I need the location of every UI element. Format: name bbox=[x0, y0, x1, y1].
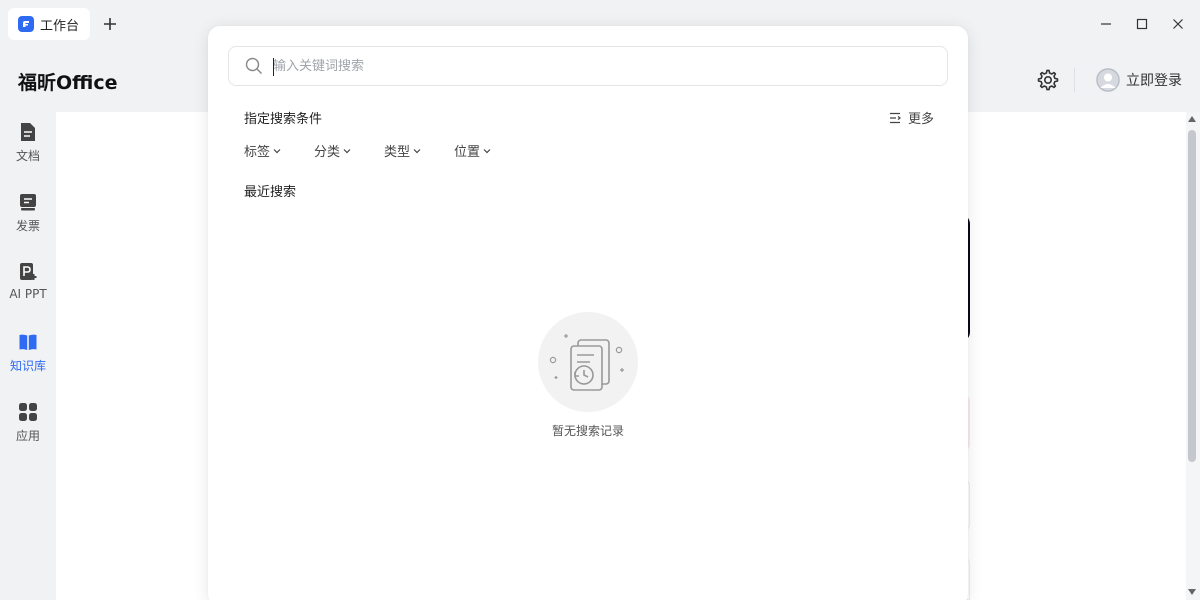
sidebar-item-documents[interactable]: 文档 bbox=[0, 122, 56, 178]
sidebar: 文档 发票 AI PPT 知识库 应用 bbox=[0, 112, 56, 600]
plus-icon[interactable] bbox=[98, 12, 122, 36]
login-button[interactable]: 立即登录 bbox=[1096, 67, 1182, 93]
window-controls bbox=[1092, 10, 1200, 38]
search-icon bbox=[245, 57, 262, 74]
chevron-down-icon bbox=[273, 148, 281, 153]
filter-type-dropdown[interactable]: 类型 bbox=[384, 141, 454, 160]
tab-label: 工作台 bbox=[40, 18, 80, 34]
scroll-up-arrow-icon[interactable] bbox=[1188, 116, 1196, 122]
sidebar-item-label: 文档 bbox=[15, 149, 40, 163]
sidebar-item-label: 知识库 bbox=[9, 359, 46, 373]
tab-workbench[interactable]: 工作台 bbox=[8, 8, 90, 40]
sidebar-item-label: 发票 bbox=[15, 219, 40, 233]
minimize-icon[interactable] bbox=[1092, 10, 1120, 38]
sidebar-item-label: AI PPT bbox=[9, 287, 47, 301]
filter-label: 标签 bbox=[244, 145, 271, 160]
search-box[interactable] bbox=[228, 46, 948, 86]
empty-history-text: 暂无搜索记录 bbox=[551, 424, 624, 438]
text-caret bbox=[273, 58, 274, 76]
sidebar-item-ai-ppt[interactable]: AI PPT bbox=[0, 262, 56, 318]
document-icon bbox=[21, 123, 35, 141]
search-input[interactable] bbox=[273, 47, 933, 85]
brand-title: 福昕Office bbox=[18, 72, 118, 94]
search-conditions-title: 指定搜索条件 bbox=[244, 112, 323, 127]
filter-label: 位置 bbox=[454, 145, 481, 160]
history-empty-icon bbox=[549, 334, 624, 391]
filter-tag-dropdown[interactable]: 标签 bbox=[244, 141, 314, 160]
filter-dropdowns: 标签 分类 类型 位置 bbox=[244, 141, 524, 160]
chevron-down-icon bbox=[413, 148, 421, 153]
invoice-icon bbox=[20, 194, 36, 211]
sidebar-item-invoice[interactable]: 发票 bbox=[0, 192, 56, 248]
sidebar-item-knowledge-base[interactable]: 知识库 bbox=[0, 332, 56, 388]
knowledge-base-icon bbox=[19, 334, 37, 350]
filter-label: 类型 bbox=[384, 145, 411, 160]
empty-history-illustration bbox=[538, 312, 638, 412]
maximize-icon[interactable] bbox=[1128, 10, 1156, 38]
app-logo-icon bbox=[18, 16, 34, 32]
gear-icon[interactable] bbox=[1036, 68, 1060, 92]
scrollbar-thumb[interactable] bbox=[1188, 130, 1196, 462]
login-label: 立即登录 bbox=[1126, 73, 1182, 89]
scroll-down-arrow-icon[interactable] bbox=[1188, 589, 1196, 595]
filter-label: 分类 bbox=[314, 145, 341, 160]
app-window: 工作台 福昕Office 立即登录 文档 发票 AI PPT 知识库 应用 输入… bbox=[0, 0, 1200, 600]
chevron-down-icon bbox=[343, 148, 351, 153]
filter-list-icon bbox=[890, 112, 901, 123]
more-button[interactable]: 更多 bbox=[889, 108, 934, 127]
avatar bbox=[1096, 68, 1120, 92]
more-label: 更多 bbox=[908, 112, 935, 127]
sidebar-item-label: 应用 bbox=[15, 429, 40, 443]
filter-category-dropdown[interactable]: 分类 bbox=[314, 141, 384, 160]
header-divider bbox=[1074, 68, 1075, 92]
search-panel: 指定搜索条件 更多 标签 分类 类型 位置 bbox=[208, 26, 968, 600]
chevron-down-icon bbox=[483, 148, 491, 153]
sidebar-item-apps[interactable]: 应用 bbox=[0, 402, 56, 458]
apps-icon bbox=[19, 403, 37, 421]
ai-ppt-icon bbox=[20, 263, 37, 280]
recent-searches-title: 最近搜索 bbox=[244, 185, 297, 200]
close-icon[interactable] bbox=[1164, 10, 1192, 38]
filter-location-dropdown[interactable]: 位置 bbox=[454, 141, 524, 160]
